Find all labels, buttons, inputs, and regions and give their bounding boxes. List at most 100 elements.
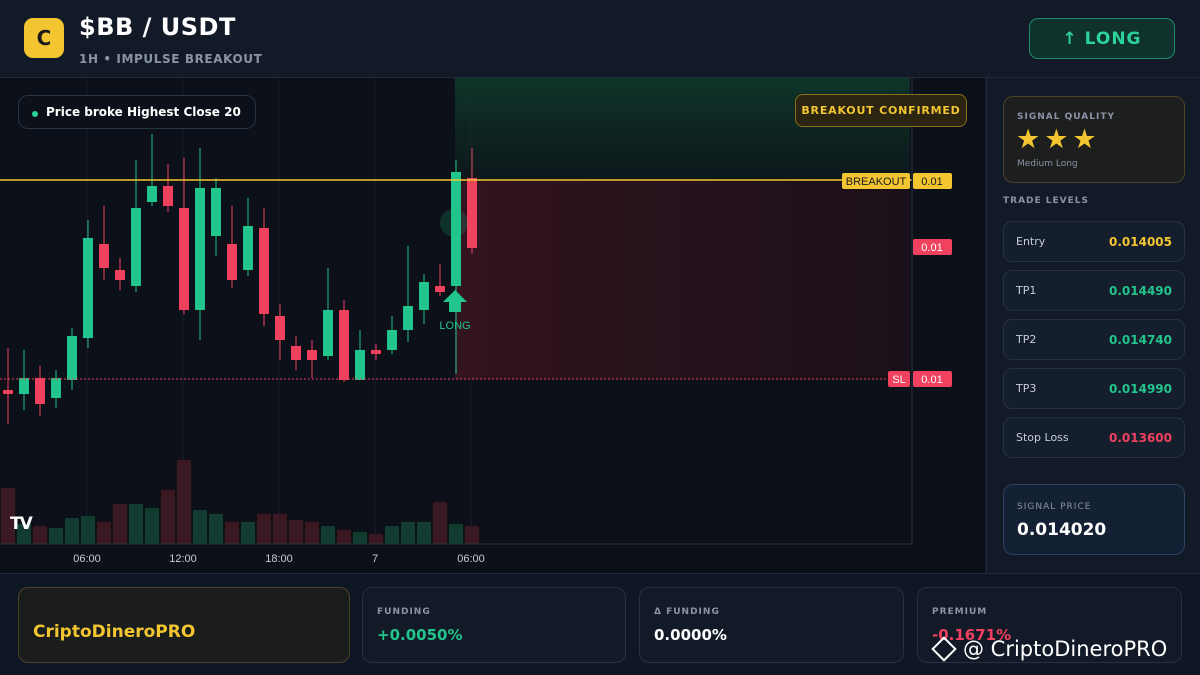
level-tp2: TP2 0.014740 [1003,319,1185,360]
header: C $BB / USDT 1H • IMPULSE BREAKOUT ↑ LON… [0,0,1200,78]
delta-funding-card: Δ FUNDING 0.0000% [639,587,904,663]
price-chart[interactable]: LONG BREAKOUT 0.01 0.01 SL 0.01 06:00 12… [0,78,985,573]
signal-side-panel: SIGNAL QUALITY ★★★ Medium Long TRADE LEV… [986,78,1200,573]
candle-body [195,188,205,310]
candle-body [419,282,429,310]
delta-funding-value: 0.0000% [654,626,727,644]
candle-body [339,310,349,380]
breakout-info-pill: Price broke Highest Close 20 [18,95,256,129]
sl-value: 0.01 [921,374,942,386]
volume-bar [97,522,111,544]
volume-bar [193,510,207,544]
volume-bar [145,508,159,544]
volume-bar [257,514,271,544]
binance-logo-icon [931,636,957,662]
candle-body [99,244,109,268]
level-value: 0.013600 [1108,430,1172,445]
breakout-confirmed-badge: BREAKOUT CONFIRMED [795,94,967,127]
candle-body [83,238,93,338]
x-tick: 7 [372,553,378,565]
level-value: 0.014005 [1108,234,1172,249]
volume-bar [177,460,191,544]
candle-body [51,378,61,398]
candle-body [307,350,317,360]
funding-title: FUNDING [377,607,431,617]
candle-body [467,178,477,248]
pair-subtitle: 1H • IMPULSE BREAKOUT [79,52,263,66]
volume-bar [65,518,79,544]
trade-levels-title: TRADE LEVELS [1003,196,1089,206]
candle-body [3,390,13,394]
candle-body [259,228,269,314]
brand-card: CriptoDineroPRO [18,587,350,663]
level-value: 0.014990 [1108,381,1172,396]
candle-body [435,286,445,292]
signal-price-card: SIGNAL PRICE 0.014020 [1003,484,1185,555]
candles [3,134,477,424]
long-button[interactable]: ↑ LONG [1029,18,1175,59]
volume-bar [129,504,143,544]
x-tick: 12:00 [169,553,197,565]
level-value: 0.014490 [1108,283,1172,298]
candle-body [355,350,365,380]
volume-bar [465,526,479,544]
candle-body [275,316,285,340]
signal-price-title: SIGNAL PRICE [1017,502,1092,512]
brand-name: CriptoDineroPRO [33,622,196,642]
breakout-tag: BREAKOUT [846,176,907,188]
level-label: TP1 [1016,284,1037,297]
breakout-info-text: Price broke Highest Close 20 [46,105,241,119]
level-tp3: TP3 0.014990 [1003,368,1185,409]
volume-bar [241,522,255,544]
volume-bar [417,522,431,544]
level-label: TP2 [1016,333,1037,346]
star-rating-icon: ★★★ [1016,124,1101,155]
volume-bars [1,460,479,544]
volume-bar [81,516,95,544]
footer: CriptoDineroPRO FUNDING +0.0050% Δ FUNDI… [0,573,1200,675]
pair-title: $BB / USDT [79,13,236,41]
sl-zone [455,180,910,379]
volume-bar [33,526,47,544]
candle-body [179,208,189,310]
volume-bar [337,530,351,544]
candle-body [67,336,77,380]
funding-card: FUNDING +0.0050% [362,587,626,663]
candlestick-chart: LONG BREAKOUT 0.01 0.01 SL 0.01 06:00 12… [0,78,952,565]
level-value: 0.014740 [1108,332,1172,347]
volume-bar [113,504,127,544]
candle-body [403,306,413,330]
long-signal-label: LONG [439,320,470,332]
level-stop-loss: Stop Loss 0.013600 [1003,417,1185,458]
signal-glow [440,209,468,237]
tradingview-logo-icon[interactable]: TV [10,514,33,534]
candle-body [19,378,29,394]
candle-body [227,244,237,280]
grid-lines [86,78,472,544]
volume-bar [369,534,383,544]
volume-bar [225,522,239,544]
candle-body [211,188,221,236]
candle-body [131,208,141,286]
volume-bar [433,502,447,544]
level-label: Stop Loss [1016,431,1069,444]
volume-bar [353,532,367,544]
x-tick: 06:00 [73,553,101,565]
watermark-text: @ CriptoDineroPRO [963,637,1168,661]
volume-bar [49,528,63,544]
signal-quality-title: SIGNAL QUALITY [1017,112,1115,122]
volume-bar [385,526,399,544]
level-label: TP3 [1016,382,1037,395]
entry-value: 0.01 [921,242,942,254]
candle-body [243,226,253,270]
volume-bar [321,526,335,544]
volume-bar [289,520,303,544]
signal-quality-card: SIGNAL QUALITY ★★★ Medium Long [1003,96,1185,183]
premium-title: PREMIUM [932,607,988,617]
candle-body [323,310,333,356]
candle-body [371,350,381,354]
candle-body [291,346,301,360]
candle-body [115,270,125,280]
funding-value: +0.0050% [377,626,463,644]
volume-bar [273,514,287,544]
